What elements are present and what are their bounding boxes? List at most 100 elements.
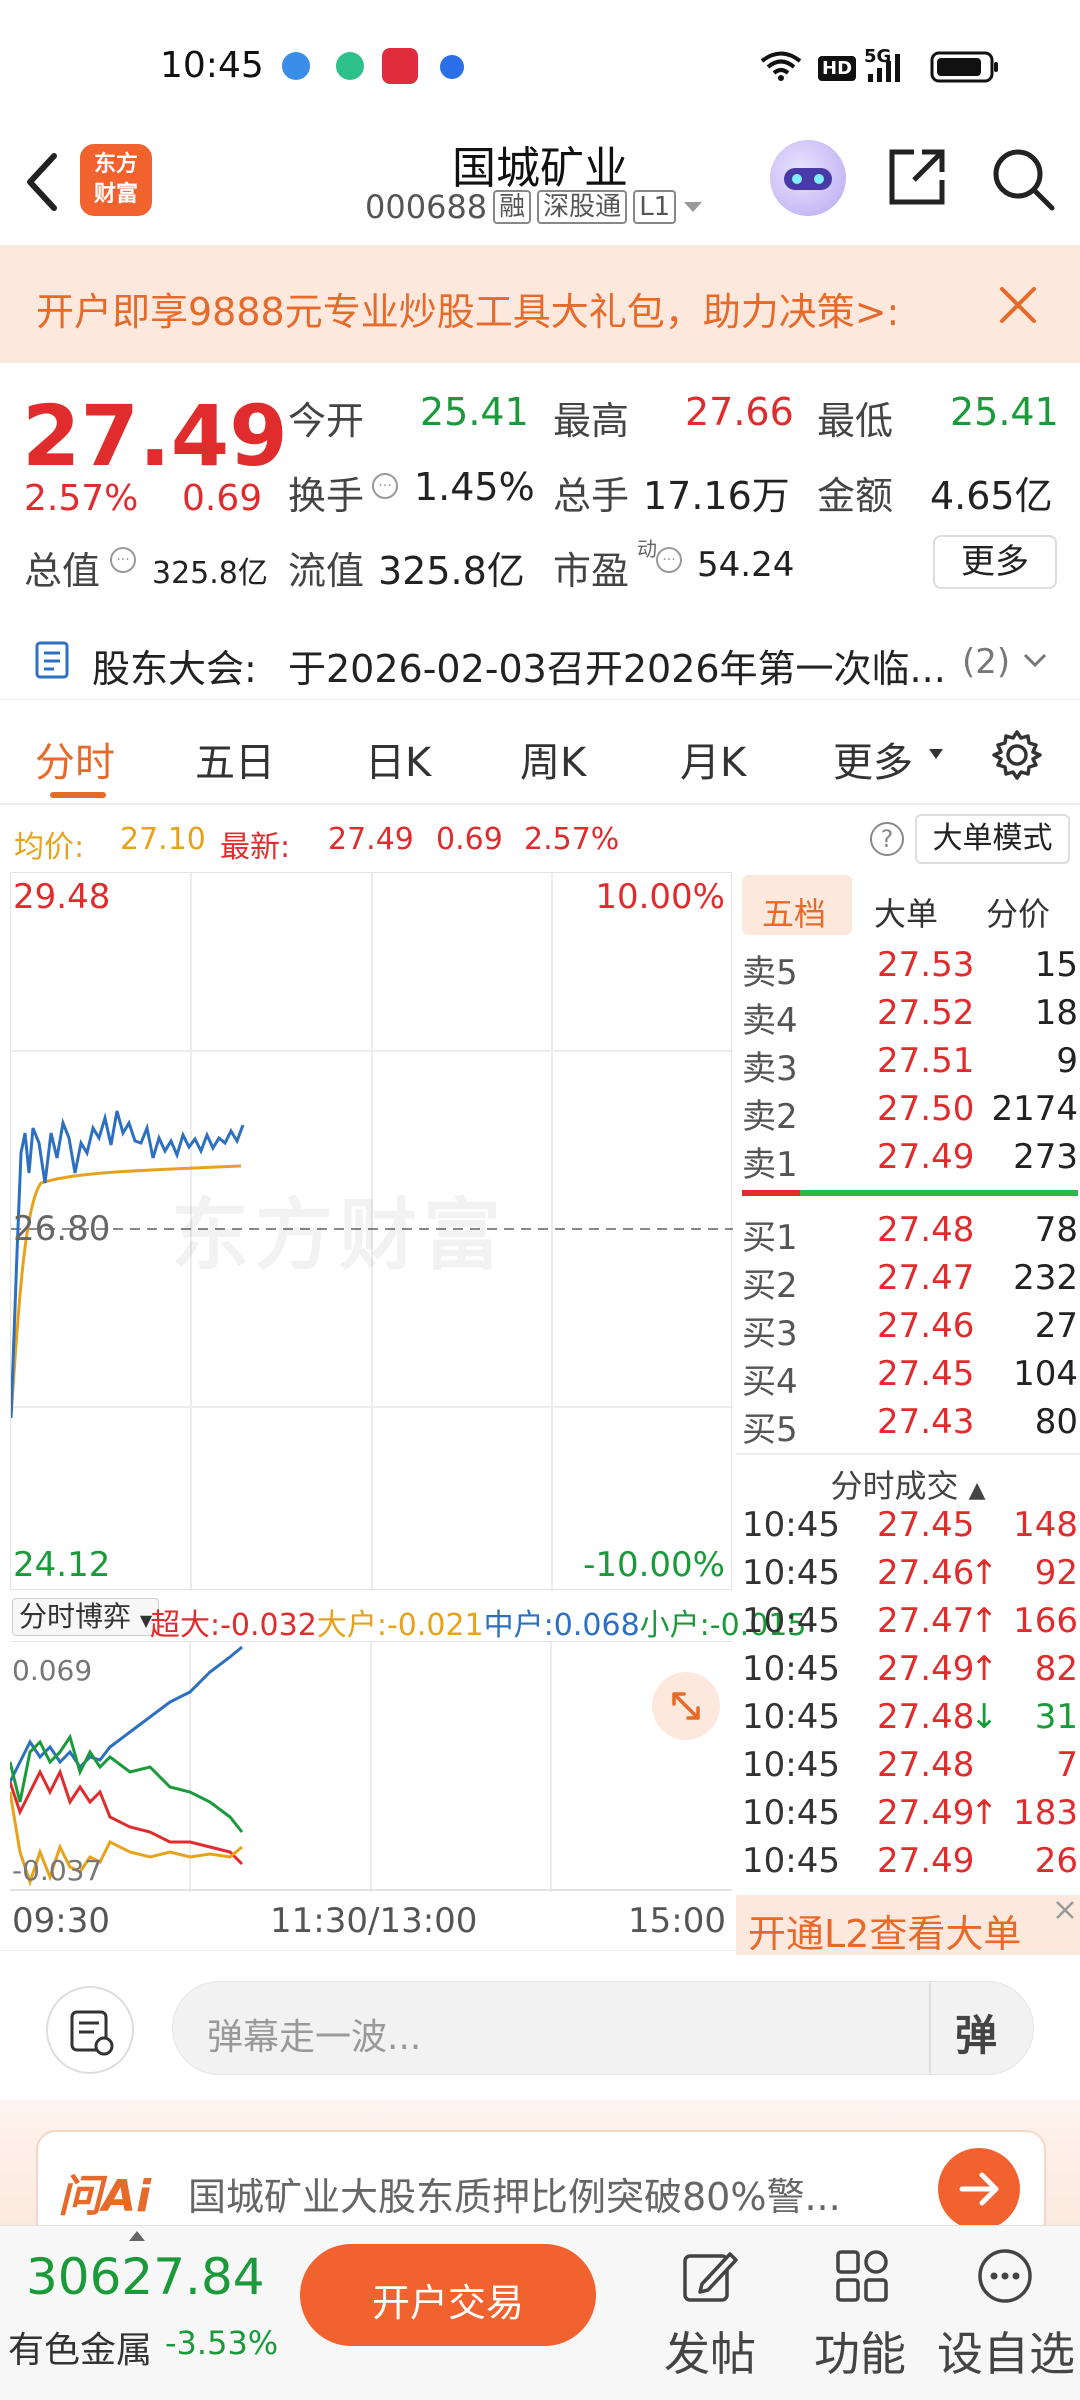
info-icon[interactable]: ··· — [372, 473, 398, 499]
flow-type-select[interactable]: 分时博弈 ▼ — [12, 1598, 160, 1636]
intraday-chart[interactable]: 29.48 10.00% 26.80 东方财富 24.12 -10.00% — [10, 872, 733, 1591]
time-axis: 09:30 11:30/13:00 15:00 — [10, 1895, 732, 1945]
pe-value: 54.24 — [697, 545, 795, 585]
danmu-input[interactable]: 弹幕走一波... 弹 — [172, 1981, 1034, 2075]
stock-code-line[interactable]: 000688 融 深股通 L1 — [365, 188, 704, 226]
promo-banner[interactable]: 开户即享9888元专业炒股工具大礼包，助力决策>: — [0, 245, 1080, 363]
status-time: 10:45 — [160, 45, 264, 86]
danmu-settings-button[interactable] — [46, 1986, 134, 2074]
app-notification-icon — [336, 52, 364, 80]
more-button[interactable]: 更多 — [933, 535, 1057, 589]
bid-row: 买3 27.46 27 — [742, 1306, 1078, 1354]
super-large-value: -0.032 — [220, 1608, 317, 1643]
info-icon[interactable]: ··· — [110, 547, 136, 573]
flow-values: 超大:-0.032大户:-0.021中户:0.068小户:-0.015 — [150, 1600, 806, 1644]
pe-label: 市盈 — [553, 549, 630, 593]
open-account-trade-button[interactable]: 开户交易 — [300, 2244, 596, 2346]
tab-five-level[interactable]: 五档 — [742, 875, 852, 935]
trade-row: 10:45 27.49 ↑ 82 — [742, 1649, 1078, 1689]
ask-row: 卖4 27.52 18 — [742, 993, 1078, 1041]
bid-list: 买1 27.48 78 买2 27.47 232 买3 27.46 27 买4 … — [736, 1210, 1080, 1460]
current-price: 27.49 — [22, 387, 288, 485]
amount-label: 金额 — [817, 474, 894, 518]
battery-icon — [930, 51, 998, 83]
promo-text: 开户即享9888元专业炒股工具大礼包，助力决策>: — [36, 290, 900, 334]
change-value: 0.69 — [182, 478, 263, 519]
tab-monthly-k[interactable]: 月K — [680, 730, 746, 788]
danmu-placeholder: 弹幕走一波... — [207, 2017, 422, 2058]
chevron-down-icon — [684, 202, 703, 212]
comment-bar: 弹幕走一波... 弹 — [0, 1950, 1080, 2100]
latest-label: 最新: — [220, 830, 291, 865]
danmu-settings-icon — [70, 2010, 114, 2056]
danmu-send-button[interactable]: 弹 — [955, 2002, 997, 2063]
tab-weekly-k[interactable]: 周K — [520, 730, 586, 788]
ask-list: 卖5 27.53 15 卖4 27.52 18 卖3 27.51 9 卖2 27… — [736, 945, 1080, 1195]
price-summary-line: 均价: 27.10 最新: 27.49 0.69 2.57% ? 大单模式 — [0, 810, 1080, 870]
ai-robot-avatar[interactable] — [770, 140, 846, 216]
functions-button[interactable]: 功能 — [810, 2236, 920, 2386]
volume-label: 总手 — [553, 474, 630, 518]
bid-row: 买1 27.48 78 — [742, 1210, 1078, 1258]
expand-chart-button[interactable] — [652, 1672, 720, 1740]
flow-chart-svg — [10, 1642, 732, 1892]
big-order-mode-button[interactable]: 大单模式 — [915, 814, 1070, 864]
tab-daily-k[interactable]: 日K — [365, 730, 431, 788]
index-value[interactable]: 30627.84 — [26, 2248, 265, 2306]
tab-price-volume[interactable]: 分价 — [986, 889, 1050, 935]
ask-row: 卖1 27.49 273 — [742, 1137, 1078, 1185]
notice-count: (2) — [962, 642, 1011, 682]
medium-label: 中户: — [483, 1608, 554, 1643]
low-label: 最低 — [817, 399, 894, 443]
chevron-down-icon — [929, 749, 943, 759]
notice-label: 股东大会: — [92, 647, 257, 691]
l2-upgrade-banner[interactable]: 开通L2查看大单 — [736, 1895, 1080, 1956]
large-label: 大户: — [316, 1608, 387, 1643]
close-icon[interactable] — [998, 285, 1038, 325]
time-end: 15:00 — [628, 1901, 726, 1941]
tab-five-day[interactable]: 五日 — [195, 730, 275, 788]
edit-icon — [683, 2252, 738, 2302]
avg-value: 27.10 — [120, 822, 206, 857]
tab-more[interactable]: 更多 — [833, 730, 913, 788]
trades-title[interactable]: 分时成交 ▲ — [736, 1461, 1080, 1507]
help-icon[interactable]: ? — [870, 822, 904, 856]
add-watchlist-button[interactable]: 设自选 — [935, 2236, 1080, 2386]
share-icon[interactable] — [886, 146, 948, 208]
turnover-value: 1.45% — [414, 465, 535, 509]
trade-row: 10:45 27.48 7 — [742, 1745, 1078, 1785]
ai-brand: 问Ai — [58, 2171, 152, 2222]
high-label: 最高 — [553, 399, 630, 443]
search-icon[interactable] — [990, 146, 1056, 212]
flow-bottom-label: -0.037 — [12, 1854, 103, 1887]
amount-value: 4.65亿 — [930, 474, 1053, 518]
app-notification-icon — [282, 52, 310, 80]
status-bar: 10:45 HD 5G — [0, 0, 1080, 130]
wifi-icon — [760, 51, 802, 81]
arrow-right-icon — [959, 2172, 999, 2206]
tab-intraday[interactable]: 分时 — [35, 730, 115, 788]
watermark: 东方财富 — [171, 1191, 508, 1281]
notice-text: 于2026-02-03召开2026年第一次临... — [288, 647, 946, 691]
tab-active-indicator — [50, 792, 106, 798]
mcap-label: 总值 — [24, 549, 101, 593]
index-percent: -3.53% — [165, 2324, 279, 2362]
tab-big-order[interactable]: 大单 — [874, 889, 938, 935]
bottom-price-label: 24.12 — [13, 1545, 111, 1585]
app-notification-icon — [382, 48, 418, 84]
index-name: 有色金属 — [8, 2330, 153, 2371]
hd-badge: HD — [818, 56, 857, 81]
large-value: -0.021 — [386, 1608, 484, 1643]
info-icon[interactable]: ··· — [656, 547, 682, 573]
trade-row: 10:45 27.46 ↑ 92 — [742, 1553, 1078, 1593]
gear-icon[interactable] — [990, 728, 1044, 782]
ai-go-button[interactable] — [938, 2148, 1020, 2230]
ai-suggestion-card[interactable]: 问Ai 国城矿业大股东质押比例突破80%警... — [36, 2130, 1046, 2240]
bid-row: 买4 27.45 104 — [742, 1354, 1078, 1402]
announcement-bar[interactable]: 股东大会: 于2026-02-03召开2026年第一次临... (2) — [0, 620, 1080, 700]
margin-tag: 融 — [493, 190, 532, 224]
stock-header: 东方 财富 国城矿业 000688 融 深股通 L1 — [0, 130, 1080, 245]
close-icon[interactable] — [1054, 1899, 1076, 1921]
time-mid: 11:30/13:00 — [270, 1901, 478, 1941]
post-button[interactable]: 发帖 — [658, 2236, 768, 2386]
